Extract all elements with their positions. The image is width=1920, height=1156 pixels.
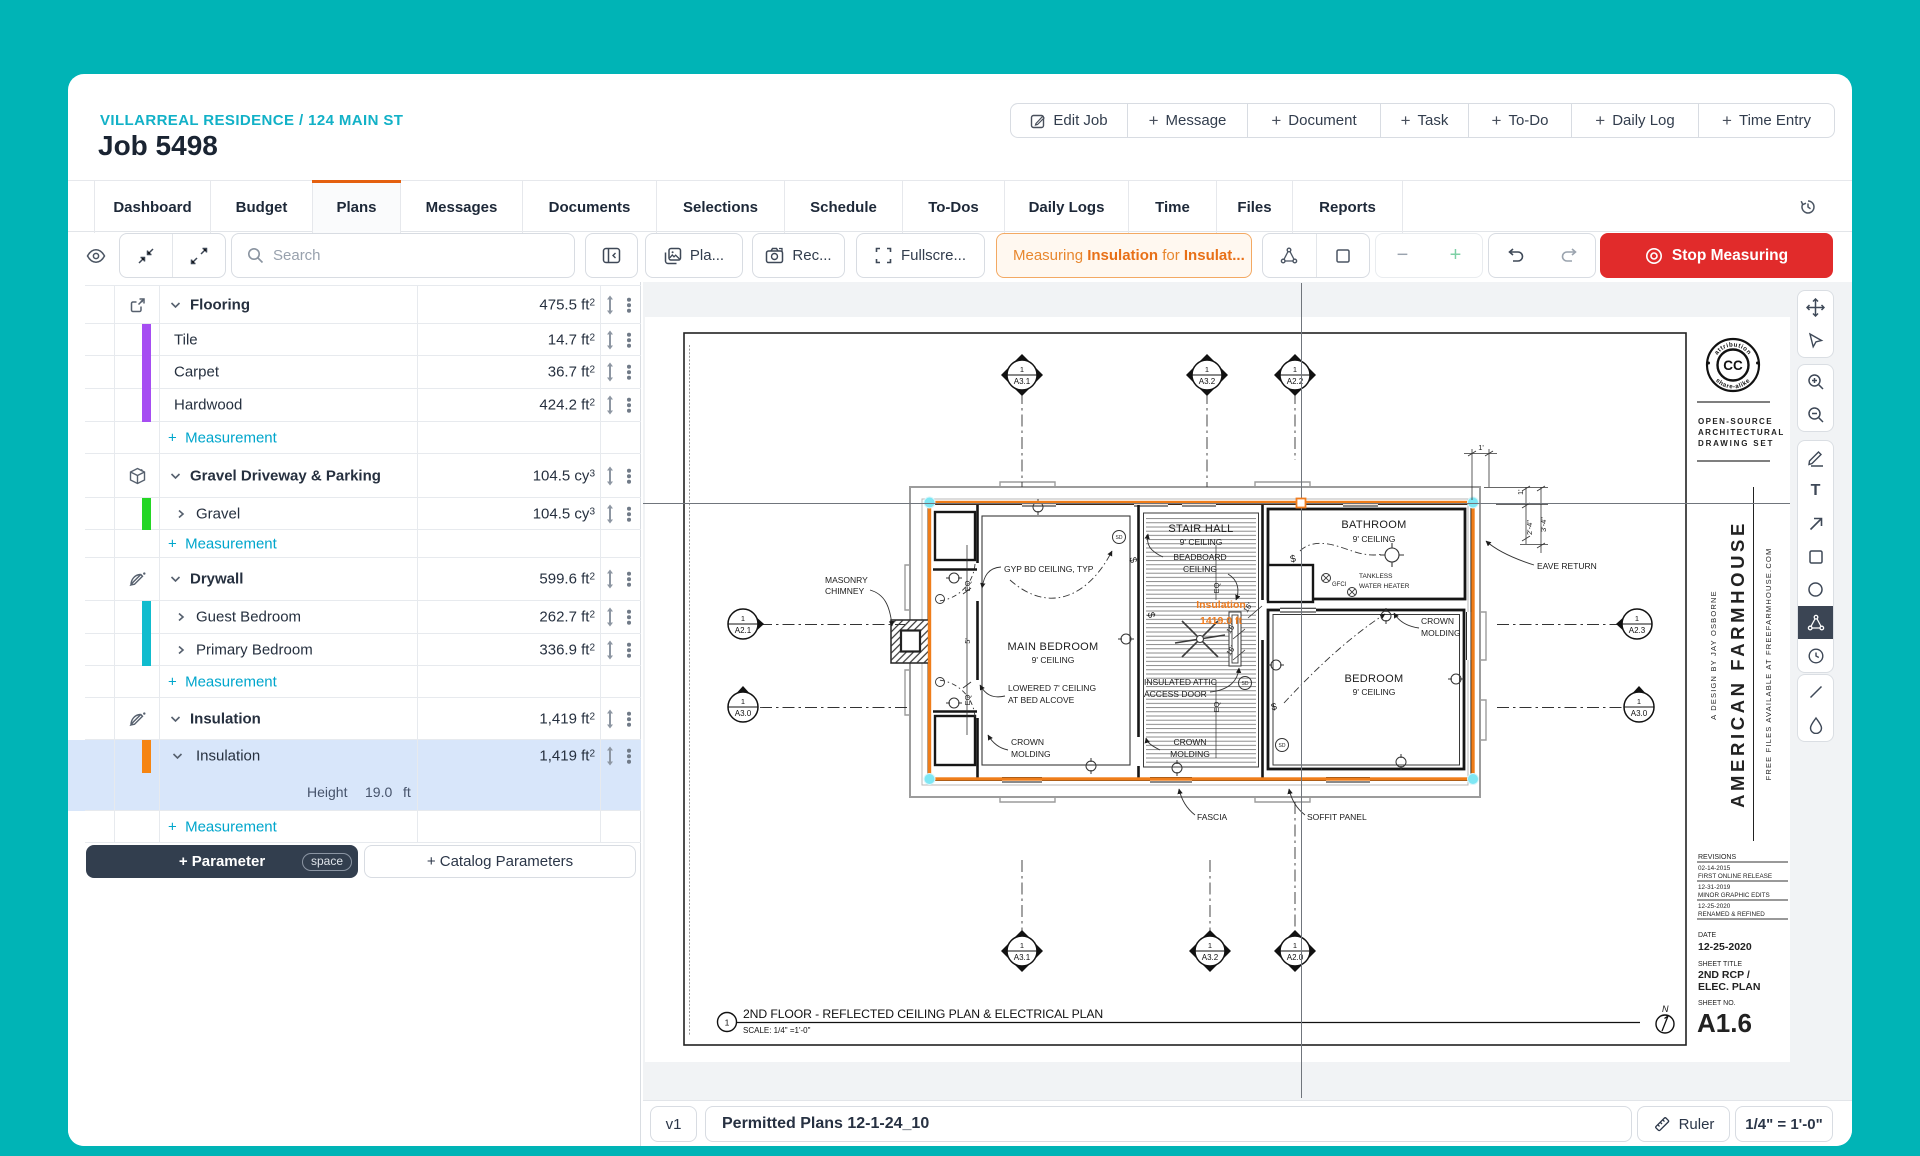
svg-text:AMERICAN FARMHOUSE: AMERICAN FARMHOUSE <box>1727 520 1748 808</box>
svg-text:SHEET NO.: SHEET NO. <box>1698 1000 1736 1007</box>
svg-text:CEILING: CEILING <box>1183 564 1217 574</box>
svg-text:AT BED ALCOVE: AT BED ALCOVE <box>1008 695 1075 705</box>
svg-text:12-31-2019: 12-31-2019 <box>1698 884 1731 891</box>
svg-text:1419.0 ft: 1419.0 ft <box>1200 615 1243 627</box>
svg-text:LOWERED 7' CEILING: LOWERED 7' CEILING <box>1008 683 1096 693</box>
svg-text:FASCIA: FASCIA <box>1197 812 1228 822</box>
svg-text:CROWN: CROWN <box>1011 737 1044 747</box>
svg-text:1: 1 <box>1293 941 1297 950</box>
svg-text:2'-4": 2'-4" <box>1525 520 1534 535</box>
svg-text:1: 1 <box>1020 941 1024 950</box>
svg-text:REVISIONS: REVISIONS <box>1698 854 1736 861</box>
svg-text:9' CEILING: 9' CEILING <box>1180 537 1223 547</box>
svg-text:GYP BD CEILING, TYP: GYP BD CEILING, TYP <box>1004 564 1094 574</box>
svg-text:EQ: EQ <box>963 694 972 705</box>
svg-text:TANKLESS: TANKLESS <box>1359 573 1393 580</box>
svg-text:1: 1 <box>741 614 745 623</box>
svg-text:9' CEILING: 9' CEILING <box>1353 534 1396 544</box>
svg-text:CHIMNEY: CHIMNEY <box>825 586 865 596</box>
svg-text:FREE FILES AVAILABLE AT FREEFA: FREE FILES AVAILABLE AT FREEFARMHOUSE.CO… <box>1764 548 1773 781</box>
svg-text:DATE: DATE <box>1698 932 1716 939</box>
svg-text:EQ: EQ <box>1212 582 1221 593</box>
svg-text:SD: SD <box>1279 743 1286 749</box>
svg-text:A DESIGN BY JAY OSBORNE: A DESIGN BY JAY OSBORNE <box>1709 590 1718 720</box>
svg-text:2ND FLOOR - REFLECTED CEILING: 2ND FLOOR - REFLECTED CEILING PLAN & ELE… <box>743 1007 1103 1021</box>
svg-text:CROWN: CROWN <box>1421 616 1454 626</box>
svg-text:WATER HEATER: WATER HEATER <box>1359 583 1410 590</box>
svg-text:1: 1 <box>1635 614 1639 623</box>
svg-text:BEDROOM: BEDROOM <box>1345 673 1404 685</box>
svg-text:SD: SD <box>1242 681 1249 687</box>
svg-text:GFCI: GFCI <box>1332 582 1347 588</box>
svg-text:MOLDING: MOLDING <box>1011 749 1051 759</box>
svg-text:A3.2: A3.2 <box>1199 377 1216 386</box>
svg-text:02-14-2015: 02-14-2015 <box>1698 865 1731 872</box>
svg-text:A3.2: A3.2 <box>1202 953 1219 962</box>
svg-text:A2.3: A2.3 <box>1629 626 1646 635</box>
svg-text:A2.1: A2.1 <box>735 626 752 635</box>
svg-text:1: 1 <box>725 1018 730 1028</box>
svg-text:A3.0: A3.0 <box>735 709 752 718</box>
svg-text:SHEET TITLE: SHEET TITLE <box>1698 961 1742 968</box>
svg-text:EAVE RETURN: EAVE RETURN <box>1537 561 1597 571</box>
svg-text:1': 1' <box>1478 443 1484 452</box>
svg-text:Insulation: Insulation <box>1196 599 1246 611</box>
svg-text:5': 5' <box>963 638 972 644</box>
svg-text:A3.0: A3.0 <box>1631 709 1648 718</box>
svg-text:1: 1 <box>1293 365 1297 374</box>
svg-text:OPEN-SOURCE: OPEN-SOURCE <box>1698 417 1773 426</box>
svg-text:SCALE: 1/4" =1'-0": SCALE: 1/4" =1'-0" <box>743 1026 811 1035</box>
svg-text:1: 1 <box>1205 365 1209 374</box>
svg-text:RENAMED & REFINED: RENAMED & REFINED <box>1698 911 1765 918</box>
svg-text:EQ: EQ <box>1212 701 1221 712</box>
svg-text:12-25-2020: 12-25-2020 <box>1698 941 1752 953</box>
svg-text:MASONRY: MASONRY <box>825 575 868 585</box>
svg-text:SD: SD <box>1116 535 1123 541</box>
svg-text:SOFFIT PANEL: SOFFIT PANEL <box>1307 812 1367 822</box>
svg-text:FIRST ONLINE RELEASE: FIRST ONLINE RELEASE <box>1698 873 1772 880</box>
svg-text:EQ: EQ <box>963 580 972 591</box>
svg-text:ARCHITECTURAL: ARCHITECTURAL <box>1698 428 1785 437</box>
svg-text:A1.6: A1.6 <box>1697 1008 1752 1038</box>
svg-text:MOLDING: MOLDING <box>1421 628 1461 638</box>
svg-text:N: N <box>1662 1004 1669 1014</box>
svg-text:2ND RCP /: 2ND RCP / <box>1698 969 1750 981</box>
svg-text:INSULATED ATTIC: INSULATED ATTIC <box>1144 677 1217 687</box>
svg-text:ELEC. PLAN: ELEC. PLAN <box>1698 981 1760 993</box>
svg-text:1: 1 <box>741 697 745 706</box>
svg-text:BATHROOM: BATHROOM <box>1341 519 1406 531</box>
svg-text:DRAWING SET: DRAWING SET <box>1698 439 1774 448</box>
svg-text:CC: CC <box>1723 358 1743 373</box>
svg-text:1: 1 <box>1637 697 1641 706</box>
svg-text:MAIN BEDROOM: MAIN BEDROOM <box>1008 641 1099 653</box>
svg-text:STAIR HALL: STAIR HALL <box>1168 523 1233 535</box>
svg-text:12-25-2020: 12-25-2020 <box>1698 903 1731 910</box>
svg-text:MINOR GRAPHIC EDITS: MINOR GRAPHIC EDITS <box>1698 892 1770 899</box>
svg-text:3'-4": 3'-4" <box>1539 517 1548 532</box>
svg-text:9' CEILING: 9' CEILING <box>1032 655 1075 665</box>
svg-text:1: 1 <box>1020 365 1024 374</box>
svg-text:A3.1: A3.1 <box>1014 377 1031 386</box>
svg-text:BEADBOARD: BEADBOARD <box>1173 552 1226 562</box>
svg-text:1: 1 <box>1208 941 1212 950</box>
svg-text:MOLDING: MOLDING <box>1170 749 1210 759</box>
svg-text:A3.1: A3.1 <box>1014 953 1031 962</box>
svg-text:ACCESS DOOR: ACCESS DOOR <box>1144 689 1207 699</box>
svg-text:CROWN: CROWN <box>1173 737 1206 747</box>
svg-text:9' CEILING: 9' CEILING <box>1353 687 1396 697</box>
svg-text:1': 1' <box>1516 489 1525 495</box>
